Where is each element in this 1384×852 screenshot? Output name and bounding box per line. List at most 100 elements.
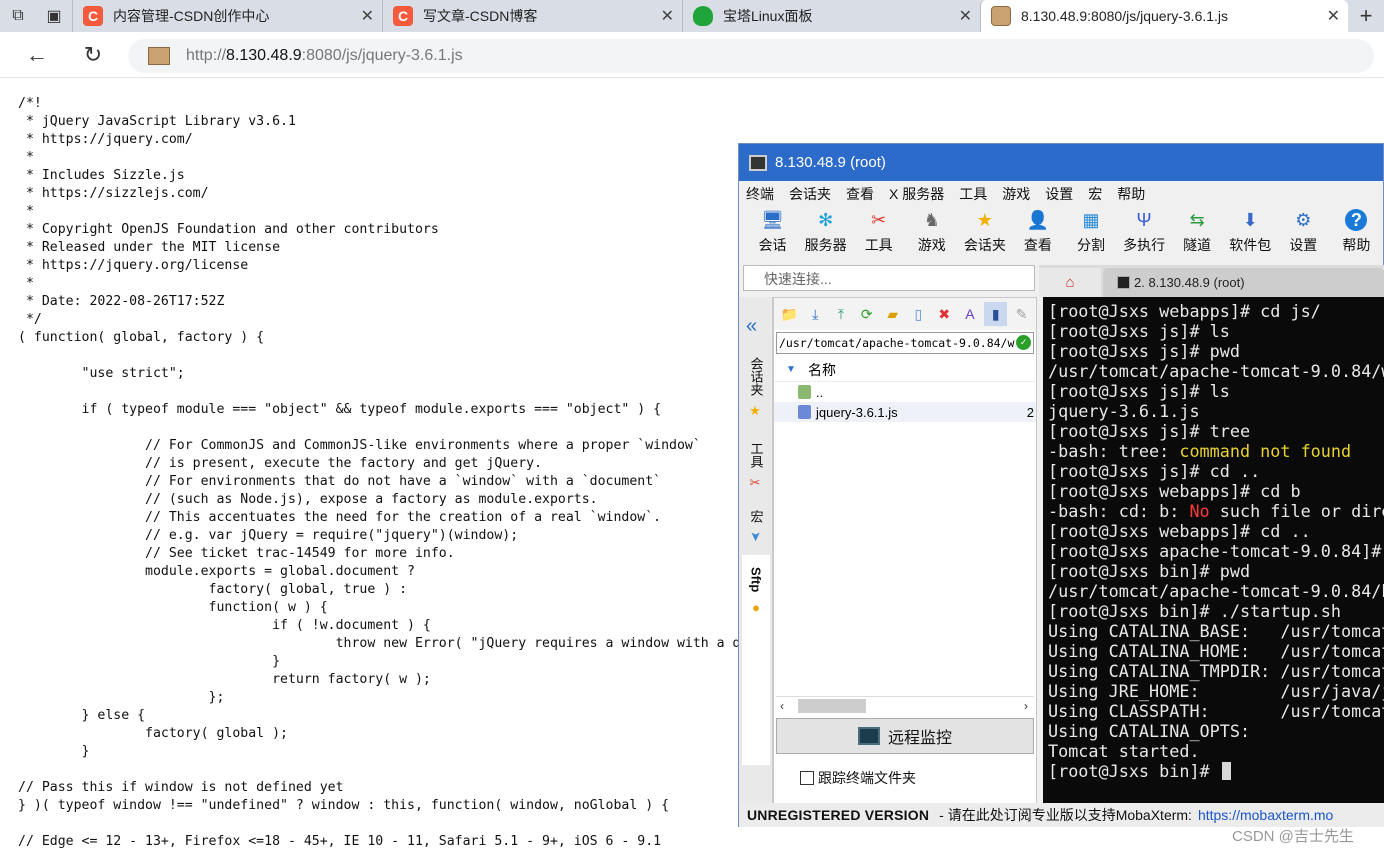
new-folder-icon[interactable]: ▰: [881, 302, 904, 326]
terminal-line: Using CATALINA_BASE: /usr/tomcat: [1043, 621, 1384, 641]
terminal-line: [root@Jsxs bin]# pwd: [1043, 561, 1384, 581]
code-line: * Date: 2022-08-26T17:52Z: [18, 294, 225, 309]
refresh-icon[interactable]: ⟳: [855, 302, 878, 326]
terminal-line: Tomcat started.: [1043, 741, 1384, 761]
terminal-line: Using CATALINA_HOME: /usr/tomcat: [1043, 641, 1384, 661]
terminal-segment: [root@Jsxs webapps]# cd ..: [1048, 521, 1311, 541]
checkbox-box[interactable]: [800, 771, 814, 785]
side-tab-macros[interactable]: 宏 ➤: [742, 510, 770, 542]
permissions-icon[interactable]: ▮: [984, 302, 1008, 326]
workspaces-icon[interactable]: ⧉: [0, 0, 36, 32]
quick-connect-input[interactable]: 快速连接...: [743, 265, 1035, 291]
code-line: // For environments that do not have a `…: [18, 474, 662, 489]
side-tab-sessions[interactable]: 会话夹 ★: [742, 357, 770, 419]
terminal-segment: -bash: tree:: [1048, 441, 1180, 461]
toolbar-button[interactable]: Ψ 多执行: [1118, 207, 1171, 255]
tab-actions-icon[interactable]: ▣: [36, 0, 72, 32]
rename-icon[interactable]: A: [959, 302, 982, 326]
tomcat-icon: [148, 47, 170, 65]
browser-tab[interactable]: 宝塔Linux面板 ✕: [682, 0, 980, 32]
code-line: *: [18, 276, 34, 291]
toolbar-button[interactable]: ▦ 分割: [1064, 207, 1117, 255]
menu-item[interactable]: X 服务器: [889, 184, 944, 204]
upload-icon[interactable]: ⤒: [830, 302, 853, 326]
close-tab-icon[interactable]: ✕: [361, 6, 374, 26]
url-prefix: http://: [186, 47, 227, 64]
code-line: // e.g. var jQuery = require("jquery")(w…: [18, 528, 519, 543]
new-file-icon[interactable]: ▯: [907, 302, 930, 326]
toolbar-button[interactable]: ? 帮助: [1330, 207, 1383, 255]
toolbar-button[interactable]: 👤 查看: [1011, 207, 1064, 255]
mobaxterm-window: 8.130.48.9 (root) 终端 会话夹 查看 X 服务器 工具 游戏 设置宏帮助 …: [738, 143, 1384, 827]
delete-icon[interactable]: ✖: [933, 302, 956, 326]
file-size: 2: [1026, 404, 1034, 420]
macro-arrow-icon: ➤: [748, 531, 764, 542]
code-line: // Pass this if window is not defined ye…: [18, 780, 344, 795]
toolbar-button[interactable]: ♞ 游戏: [905, 207, 958, 255]
toolbar-button[interactable]: 🖥 会话: [746, 207, 799, 255]
sftp-toolbar: 📁 ⤓ ⤒ ⟳ ▰ ▯ ✖ A ▮ ✎: [774, 298, 1036, 330]
terminal-session-tab[interactable]: 2. 8.130.48.9 (root): [1103, 268, 1384, 297]
code-line: // (such as Node.js), expose a factory a…: [18, 492, 598, 507]
file-list-header[interactable]: ▼ 名称: [774, 358, 1036, 382]
side-tab-sftp[interactable]: Sftp ●: [742, 555, 770, 765]
toolbar-label: 查看: [1023, 237, 1052, 253]
home-tab[interactable]: ⌂: [1039, 268, 1101, 297]
file-row[interactable]: jquery-3.6.1.js 2: [774, 402, 1036, 422]
new-tab-plus-icon[interactable]: +: [1348, 0, 1384, 32]
sftp-path-field[interactable]: /usr/tomcat/apache-tomcat-9.0.84/w ✓: [776, 332, 1034, 354]
remote-monitor-button[interactable]: 远程监控: [776, 718, 1034, 754]
url-field[interactable]: http://8.130.48.9:8080/js/jquery-3.6.1.j…: [128, 39, 1374, 73]
browser-tab[interactable]: 8.130.48.9:8080/js/jquery-3.6.1.js ✕: [980, 0, 1348, 32]
games-icon: ♞: [923, 209, 940, 230]
menu-bar: 终端 会话夹 查看 X 服务器 工具 游戏 设置宏帮助: [739, 181, 1383, 207]
menu-item[interactable]: 终端: [746, 184, 774, 204]
tomcat-icon: [991, 6, 1011, 26]
toolbar-button[interactable]: ★ 会话夹: [958, 207, 1011, 255]
terminal-tab-label: 2. 8.130.48.9 (root): [1134, 275, 1245, 290]
window-titlebar[interactable]: 8.130.48.9 (root): [739, 144, 1383, 181]
menu-item[interactable]: 查看: [846, 184, 874, 204]
menu-item[interactable]: 宏: [1088, 184, 1102, 204]
browser-tab[interactable]: C 写文章-CSDN博客 ✕: [382, 0, 682, 32]
edit-icon[interactable]: ✎: [1010, 302, 1033, 326]
download-icon[interactable]: ⤓: [804, 302, 827, 326]
follow-terminal-label: 跟踪终端文件夹: [818, 770, 916, 786]
scroll-thumb[interactable]: [798, 699, 866, 713]
csdn-icon: C: [83, 6, 103, 26]
scroll-right-icon[interactable]: ›: [1024, 699, 1028, 713]
toolbar-button[interactable]: ✂ 工具: [852, 207, 905, 255]
code-line: * Includes Sizzle.js: [18, 168, 185, 183]
toolbar-button[interactable]: ⬇ 软件包: [1224, 207, 1277, 255]
close-tab-icon[interactable]: ✕: [1327, 6, 1340, 26]
side-tab-label: 宏: [748, 510, 764, 523]
code-line: * Released under the MIT license: [18, 240, 281, 255]
folder-up-icon[interactable]: 📁: [778, 302, 801, 326]
subscribe-link[interactable]: https://mobaxterm.mo: [1198, 807, 1333, 823]
menu-item[interactable]: 帮助: [1117, 184, 1145, 204]
menu-item[interactable]: 设置: [1045, 184, 1073, 204]
follow-terminal-checkbox[interactable]: 跟踪终端文件夹: [800, 768, 916, 788]
mobaxterm-app-icon: [749, 154, 767, 171]
servers-icon: ✻: [818, 209, 834, 230]
close-tab-icon[interactable]: ✕: [661, 6, 674, 26]
collapse-chevrons-icon[interactable]: «: [746, 315, 757, 338]
horizontal-scrollbar[interactable]: ‹ ›: [776, 696, 1034, 714]
menu-item[interactable]: 工具: [959, 184, 987, 204]
toolbar-button[interactable]: ⚙ 设置: [1277, 207, 1330, 255]
terminal-segment: [root@Jsxs js]# tree: [1048, 421, 1251, 441]
side-tab-tools[interactable]: 工具 ✂: [742, 442, 770, 491]
main-toolbar: 🖥 会话 ✻ 服务器 ✂ 工具 ♞ 游戏 ★ 会话夹 👤 查看 ▦ 分割 Ψ 多执行 ⇆ 隧道 ⬇ 软件包 ⚙ 设置? 帮助: [739, 207, 1383, 261]
menu-item[interactable]: 会话夹: [789, 184, 831, 204]
toolbar-button[interactable]: ✻ 服务器: [799, 207, 852, 255]
toolbar-button[interactable]: ⇆ 隧道: [1171, 207, 1224, 255]
close-tab-icon[interactable]: ✕: [959, 6, 972, 26]
terminal-output[interactable]: [root@Jsxs webapps]# cd js/[root@Jsxs js…: [1043, 297, 1384, 805]
reload-icon[interactable]: ↻: [78, 40, 108, 70]
menu-item[interactable]: 游戏: [1002, 184, 1030, 204]
scroll-left-icon[interactable]: ‹: [780, 699, 784, 713]
file-row[interactable]: ..: [774, 382, 1036, 402]
back-arrow-icon[interactable]: ←: [22, 40, 52, 70]
browser-tab[interactable]: C 内容管理-CSDN创作中心 ✕: [72, 0, 382, 32]
home-icon: ⌂: [1065, 274, 1075, 291]
